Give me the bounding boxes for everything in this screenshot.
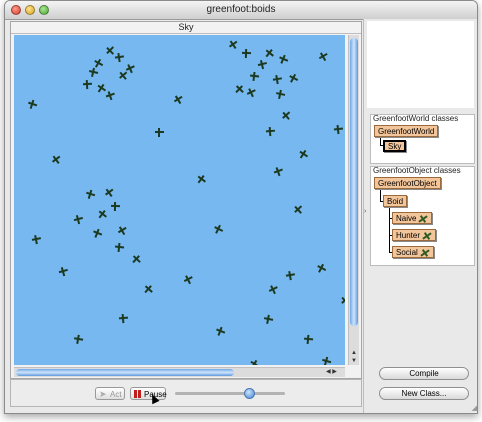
boid-sprite[interactable] [31,234,42,245]
boid-sprite[interactable] [273,166,285,178]
splitter-grip-icon[interactable]: › [364,208,366,215]
pause-icon [134,390,141,398]
tree-line [389,208,390,253]
class-pane-header [367,21,474,108]
compile-button[interactable]: Compile [379,367,469,380]
class-greenfootworld[interactable]: GreenfootWorld [374,125,439,137]
boid-sprite[interactable] [172,93,184,105]
world-title: Sky [11,22,361,34]
execution-controls: ➤ Act Pause [10,379,362,407]
boid-icon [418,215,428,223]
social-label: Social [396,248,418,257]
horizontal-scroll-arrows[interactable]: ◀ ▶ [326,368,337,377]
boid-sprite[interactable] [215,326,227,338]
object-classes-label: GreenfootObject classes [373,166,461,175]
boid-sprite[interactable] [334,125,344,135]
boid-sprite[interactable] [115,243,125,253]
class-greenfootobject[interactable]: GreenfootObject [374,177,441,189]
boid-sprite[interactable] [267,283,279,295]
title-bar: greenfoot:boids [5,1,477,20]
boid-sprite[interactable] [285,270,295,280]
sky-world-canvas[interactable] [14,35,345,365]
act-label: Act [110,390,122,399]
boid-sprite[interactable] [272,74,282,84]
boid-sprite[interactable] [278,54,290,66]
window-title: greenfoot:boids [206,4,276,15]
boid-sprite[interactable] [266,127,276,137]
boid-sprite[interactable] [263,47,276,60]
boid-sprite[interactable] [246,87,258,99]
boid-sprite[interactable] [92,228,104,240]
vertical-scroll-arrows[interactable]: ▲ ▼ [349,349,359,365]
pause-button[interactable]: Pause [130,387,167,400]
boid-sprite[interactable] [73,214,84,225]
boid-sprite[interactable] [248,358,260,365]
greenfoot-window: greenfoot:boids Sky ▲ ▼ ◀ ▶ ➤ Act Pause ›… [4,0,478,414]
boid-sprite[interactable] [27,99,38,110]
class-sky[interactable]: Sky [383,140,407,152]
boid-sprite[interactable] [321,356,332,365]
boid-sprite[interactable] [142,283,155,296]
boid-sprite[interactable] [257,59,268,70]
boid-sprite[interactable] [130,253,143,266]
boid-sprite[interactable] [249,71,259,81]
boid-sprite[interactable] [83,80,92,89]
world-classes-label: GreenfootWorld classes [373,114,459,123]
object-classes-group: GreenfootObject classes GreenfootObject … [370,166,475,266]
speed-slider-track[interactable] [175,392,285,395]
boid-sprite[interactable] [103,186,116,199]
boid-sprite[interactable] [88,67,99,78]
world-classes-group: GreenfootWorld classes GreenfootWorld Sk… [370,114,475,164]
boid-sprite[interactable] [155,128,164,137]
boid-sprite[interactable] [227,38,240,51]
new-class-button[interactable]: New Class... [379,387,469,400]
speed-slider-knob[interactable] [244,388,255,399]
vertical-scroll-thumb[interactable] [350,38,358,326]
resize-grip-icon[interactable]: ◢ [472,404,477,412]
boid-sprite[interactable] [58,266,69,277]
boid-sprite[interactable] [119,314,129,324]
boid-sprite[interactable] [297,148,309,160]
class-pane: › GreenfootWorld classes GreenfootWorld … [363,19,477,413]
boid-sprite[interactable] [85,189,96,200]
boid-sprite[interactable] [263,314,274,325]
naive-label: Naive [396,214,417,223]
boid-sprite[interactable] [96,208,109,221]
boid-sprite[interactable] [304,335,314,345]
world-panel: Sky ▲ ▼ ◀ ▶ [10,21,362,379]
boid-sprite[interactable] [111,202,120,211]
boid-sprite[interactable] [339,294,345,307]
boid-sprite[interactable] [287,72,299,84]
boid-sprite[interactable] [317,50,329,62]
class-naive[interactable]: Naive [392,212,433,224]
boid-sprite[interactable] [233,83,246,96]
boid-sprite[interactable] [182,273,194,285]
horizontal-scroll-thumb[interactable] [16,369,234,376]
vertical-scrollbar[interactable]: ▲ ▼ [348,35,359,365]
boid-sprite[interactable] [292,203,305,216]
boid-sprite[interactable] [242,49,251,58]
boid-sprite[interactable] [105,90,116,101]
boid-icon [422,232,432,240]
class-hunter[interactable]: Hunter [392,229,437,241]
boid-sprite[interactable] [280,109,293,122]
boid-sprite[interactable] [50,153,63,166]
hunter-label: Hunter [396,231,421,240]
boid-sprite[interactable] [212,223,224,235]
boid-sprite[interactable] [114,52,124,62]
act-arrow-icon: ➤ [99,389,107,399]
act-button[interactable]: ➤ Act [95,387,125,400]
boid-sprite[interactable] [73,334,83,344]
boid-sprite[interactable] [195,173,208,186]
boid-icon [420,249,430,257]
class-boid[interactable]: Boid [383,195,408,207]
boid-sprite[interactable] [315,262,327,274]
boid-sprite[interactable] [116,224,128,236]
boid-sprite[interactable] [275,89,286,100]
class-social[interactable]: Social [392,246,434,258]
horizontal-scrollbar[interactable]: ◀ ▶ [14,367,345,377]
